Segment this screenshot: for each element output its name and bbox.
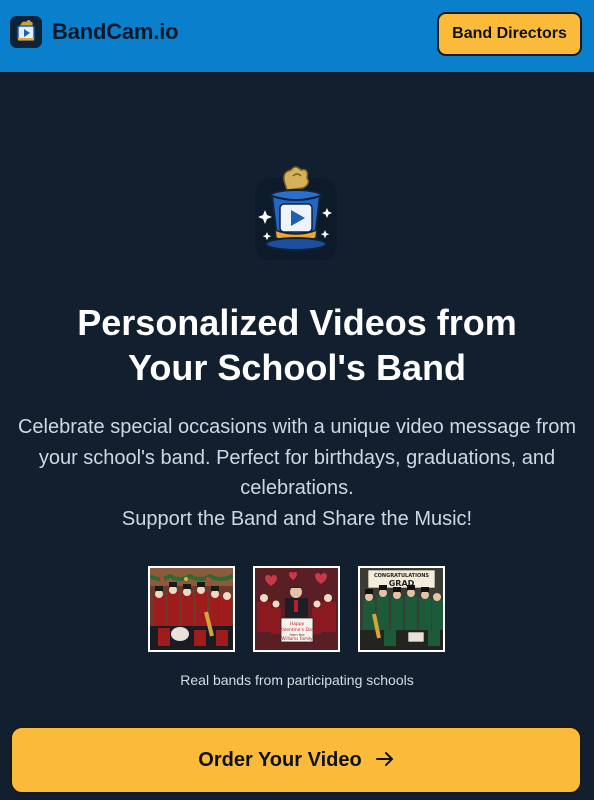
graduation-band-photo: CONGRATULATIONS GRAD <box>358 566 445 652</box>
gallery-caption: Real bands from participating schools <box>180 672 414 688</box>
headline-line-2: Your School's Band <box>128 347 466 388</box>
arrow-right-icon <box>375 749 394 772</box>
tagline-text: Support the Band and Share the Music! <box>121 507 473 530</box>
svg-text:Happy: Happy <box>290 621 305 627</box>
bandcam-logo-icon <box>10 16 42 48</box>
hero-headline: Personalized Videos from Your School's B… <box>0 300 594 390</box>
order-video-button[interactable]: Order Your Video <box>10 726 582 794</box>
band-hat-play-icon <box>251 164 341 260</box>
brand-name: BandCam.io <box>52 19 179 44</box>
description-text: Celebrate special occasions with a uniqu… <box>17 416 577 499</box>
top-header: BandCam.io Band Directors <box>0 0 594 72</box>
svg-text:Williams Family: Williams Family <box>282 636 314 641</box>
order-video-label: Order Your Video <box>198 748 362 771</box>
headline-line-1: Personalized Videos from <box>77 302 517 343</box>
brand[interactable]: BandCam.io <box>10 16 179 48</box>
band-directors-button[interactable]: Band Directors <box>437 12 582 56</box>
valentines-band-photo: Happy Valentine's Day from the Williams … <box>253 566 340 652</box>
hero-description: Celebrate special occasions with a uniqu… <box>8 412 586 534</box>
christmas-band-photo <box>148 566 235 652</box>
band-photo-gallery: Happy Valentine's Day from the Williams … <box>148 566 445 652</box>
